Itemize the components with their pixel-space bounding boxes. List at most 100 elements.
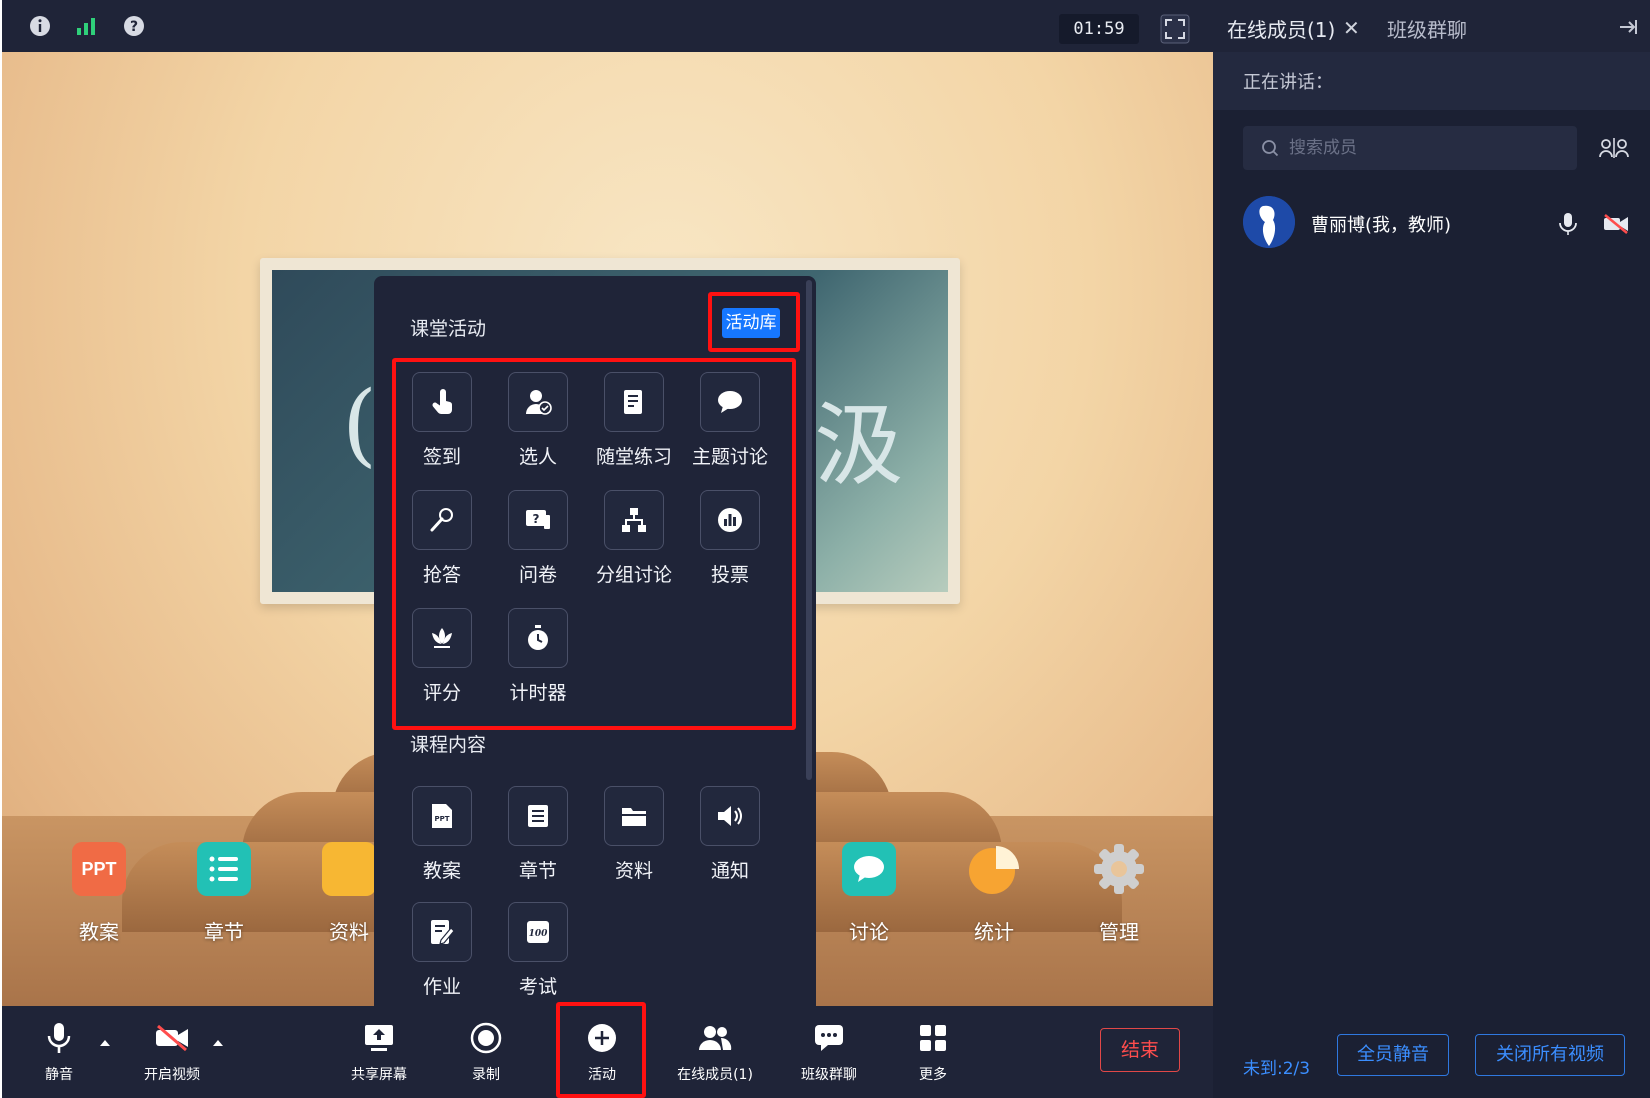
toolbar-label: 在线成员(1) xyxy=(677,1067,753,1083)
tile-checkin[interactable]: 签到 xyxy=(392,372,492,469)
tile-timer[interactable]: 计时器 xyxy=(488,608,588,705)
dock-lesson-plan[interactable]: PPT 教案 xyxy=(54,842,144,945)
questionnaire-icon: ? xyxy=(508,490,568,550)
video-options-caret[interactable] xyxy=(213,1040,223,1046)
users-icon xyxy=(697,1020,733,1056)
signal-icon[interactable] xyxy=(74,14,98,38)
tile-content-notice[interactable]: 通知 xyxy=(680,786,780,883)
more-button[interactable]: 更多 xyxy=(878,1020,988,1084)
hierarchy-icon xyxy=(604,490,664,550)
video-off-icon xyxy=(154,1020,190,1056)
tile-content-materials[interactable]: 资料 xyxy=(584,786,684,883)
panel-tabs: 在线成员(1) ✕ 班级群聊 xyxy=(1213,0,1650,52)
tile-label: 评分 xyxy=(422,682,461,704)
fullscreen-icon[interactable] xyxy=(1160,14,1190,44)
tile-pick-person[interactable]: 选人 xyxy=(488,372,588,469)
list-icon xyxy=(197,842,251,896)
members-button[interactable]: 在线成员(1) xyxy=(660,1020,770,1084)
activity-library-button[interactable]: 活动库 xyxy=(722,308,780,338)
record-button[interactable]: 录制 xyxy=(431,1020,541,1084)
close-all-video-button[interactable]: 关闭所有视频 xyxy=(1475,1034,1625,1076)
help-icon[interactable]: ? xyxy=(122,14,146,38)
microphone-icon xyxy=(41,1020,77,1056)
avatar xyxy=(1243,196,1295,248)
microphone-icon xyxy=(412,490,472,550)
tile-group-discussion[interactable]: 分组讨论 xyxy=(584,490,684,587)
collapse-panel-icon[interactable] xyxy=(1617,16,1639,38)
tile-content-exam[interactable]: 100 考试 xyxy=(488,902,588,999)
search-icon xyxy=(1262,140,1279,157)
share-screen-icon xyxy=(361,1020,397,1056)
stopwatch-icon xyxy=(508,608,568,668)
tile-label: 抢答 xyxy=(422,564,461,586)
mute-options-caret[interactable] xyxy=(100,1040,110,1046)
folder-icon xyxy=(322,842,376,896)
member-layout-icon[interactable] xyxy=(1599,136,1629,160)
highlight-outline xyxy=(556,1002,646,1098)
activity-popup: 课堂活动 活动库 签到 选人 随堂练习 主题讨论 抢答 ? 问卷 分组讨论 投票… xyxy=(374,276,816,1006)
svg-text:100: 100 xyxy=(529,929,549,939)
speech-bubble-icon xyxy=(700,372,760,432)
bar-chart-circle-icon xyxy=(700,490,760,550)
grid-icon xyxy=(915,1020,951,1056)
toolbar-label: 开启视频 xyxy=(144,1067,200,1083)
member-row[interactable]: 曹丽博(我，教师) xyxy=(1243,196,1643,252)
tile-content-chapters[interactable]: 章节 xyxy=(488,786,588,883)
tile-label: 签到 xyxy=(422,446,461,468)
class-chat-button[interactable]: 班级群聊 xyxy=(774,1020,884,1084)
svg-text:PPT: PPT xyxy=(434,815,449,823)
member-name: 曹丽博(我，教师) xyxy=(1311,215,1452,236)
toolbar-label: 静音 xyxy=(45,1067,73,1083)
board-text-left: ( xyxy=(342,372,378,477)
mute-button[interactable]: 静音 xyxy=(4,1020,114,1084)
end-class-button[interactable]: 结束 xyxy=(1100,1028,1180,1072)
speaker-icon xyxy=(700,786,760,846)
dock-statistics[interactable]: 统计 xyxy=(949,842,1039,945)
video-button[interactable]: 开启视频 xyxy=(117,1020,227,1084)
microphone-icon[interactable] xyxy=(1557,212,1579,236)
tile-label: 资料 xyxy=(614,860,653,882)
tile-vote[interactable]: 投票 xyxy=(680,490,780,587)
section-title-content: 课程内容 xyxy=(410,734,487,756)
tile-content-homework[interactable]: 作业 xyxy=(392,902,492,999)
tile-label: 考试 xyxy=(518,976,557,998)
tab-online-members[interactable]: 在线成员(1) xyxy=(1227,14,1335,43)
close-icon[interactable]: ✕ xyxy=(1343,16,1360,40)
record-icon xyxy=(468,1020,504,1056)
hand-tap-icon xyxy=(412,372,472,432)
folder-icon xyxy=(604,786,664,846)
dock-label: 管理 xyxy=(1099,920,1139,944)
member-search xyxy=(1243,126,1577,170)
tile-topic-discussion[interactable]: 主题讨论 xyxy=(680,372,780,469)
gear-icon xyxy=(1092,842,1146,896)
tile-label: 选人 xyxy=(518,446,557,468)
share-screen-button[interactable]: 共享屏幕 xyxy=(324,1020,434,1084)
tile-label: 问卷 xyxy=(518,564,557,586)
svg-text:?: ? xyxy=(533,512,540,526)
dock-chapters[interactable]: 章节 xyxy=(179,842,269,945)
absent-count: 未到:2/3 xyxy=(1243,1059,1311,1079)
dock-manage[interactable]: 管理 xyxy=(1074,842,1164,945)
dock-label: 统计 xyxy=(974,920,1014,944)
toolbar-label: 更多 xyxy=(919,1067,947,1083)
tile-label: 通知 xyxy=(710,860,749,882)
tile-label: 随堂练习 xyxy=(595,446,672,468)
popup-scrollbar[interactable] xyxy=(806,280,812,780)
speaking-indicator: 正在讲话： xyxy=(1213,52,1650,110)
session-timer: 01:59 xyxy=(1059,14,1139,44)
tile-rating[interactable]: 评分 xyxy=(392,608,492,705)
tile-quiz[interactable]: 随堂练习 xyxy=(584,372,684,469)
info-icon[interactable] xyxy=(28,14,52,38)
mute-all-button[interactable]: 全员静音 xyxy=(1337,1034,1449,1076)
tab-class-chat[interactable]: 班级群聊 xyxy=(1387,14,1467,43)
user-check-icon xyxy=(508,372,568,432)
search-input[interactable] xyxy=(1289,126,1569,170)
classroom-stage: ( 汲 PPT 教案 章节 资料 讨论 统计 管理 课堂活动 活动库 签到 选人… xyxy=(2,52,1213,1006)
tile-buzzer[interactable]: 抢答 xyxy=(392,490,492,587)
video-off-icon[interactable] xyxy=(1603,214,1629,234)
dock-discussion[interactable]: 讨论 xyxy=(824,842,914,945)
section-title-activities: 课堂活动 xyxy=(410,318,487,340)
tile-questionnaire[interactable]: ? 问卷 xyxy=(488,490,588,587)
board-text: ( xyxy=(342,372,377,477)
tile-content-lesson-plan[interactable]: PPT 教案 xyxy=(392,786,492,883)
